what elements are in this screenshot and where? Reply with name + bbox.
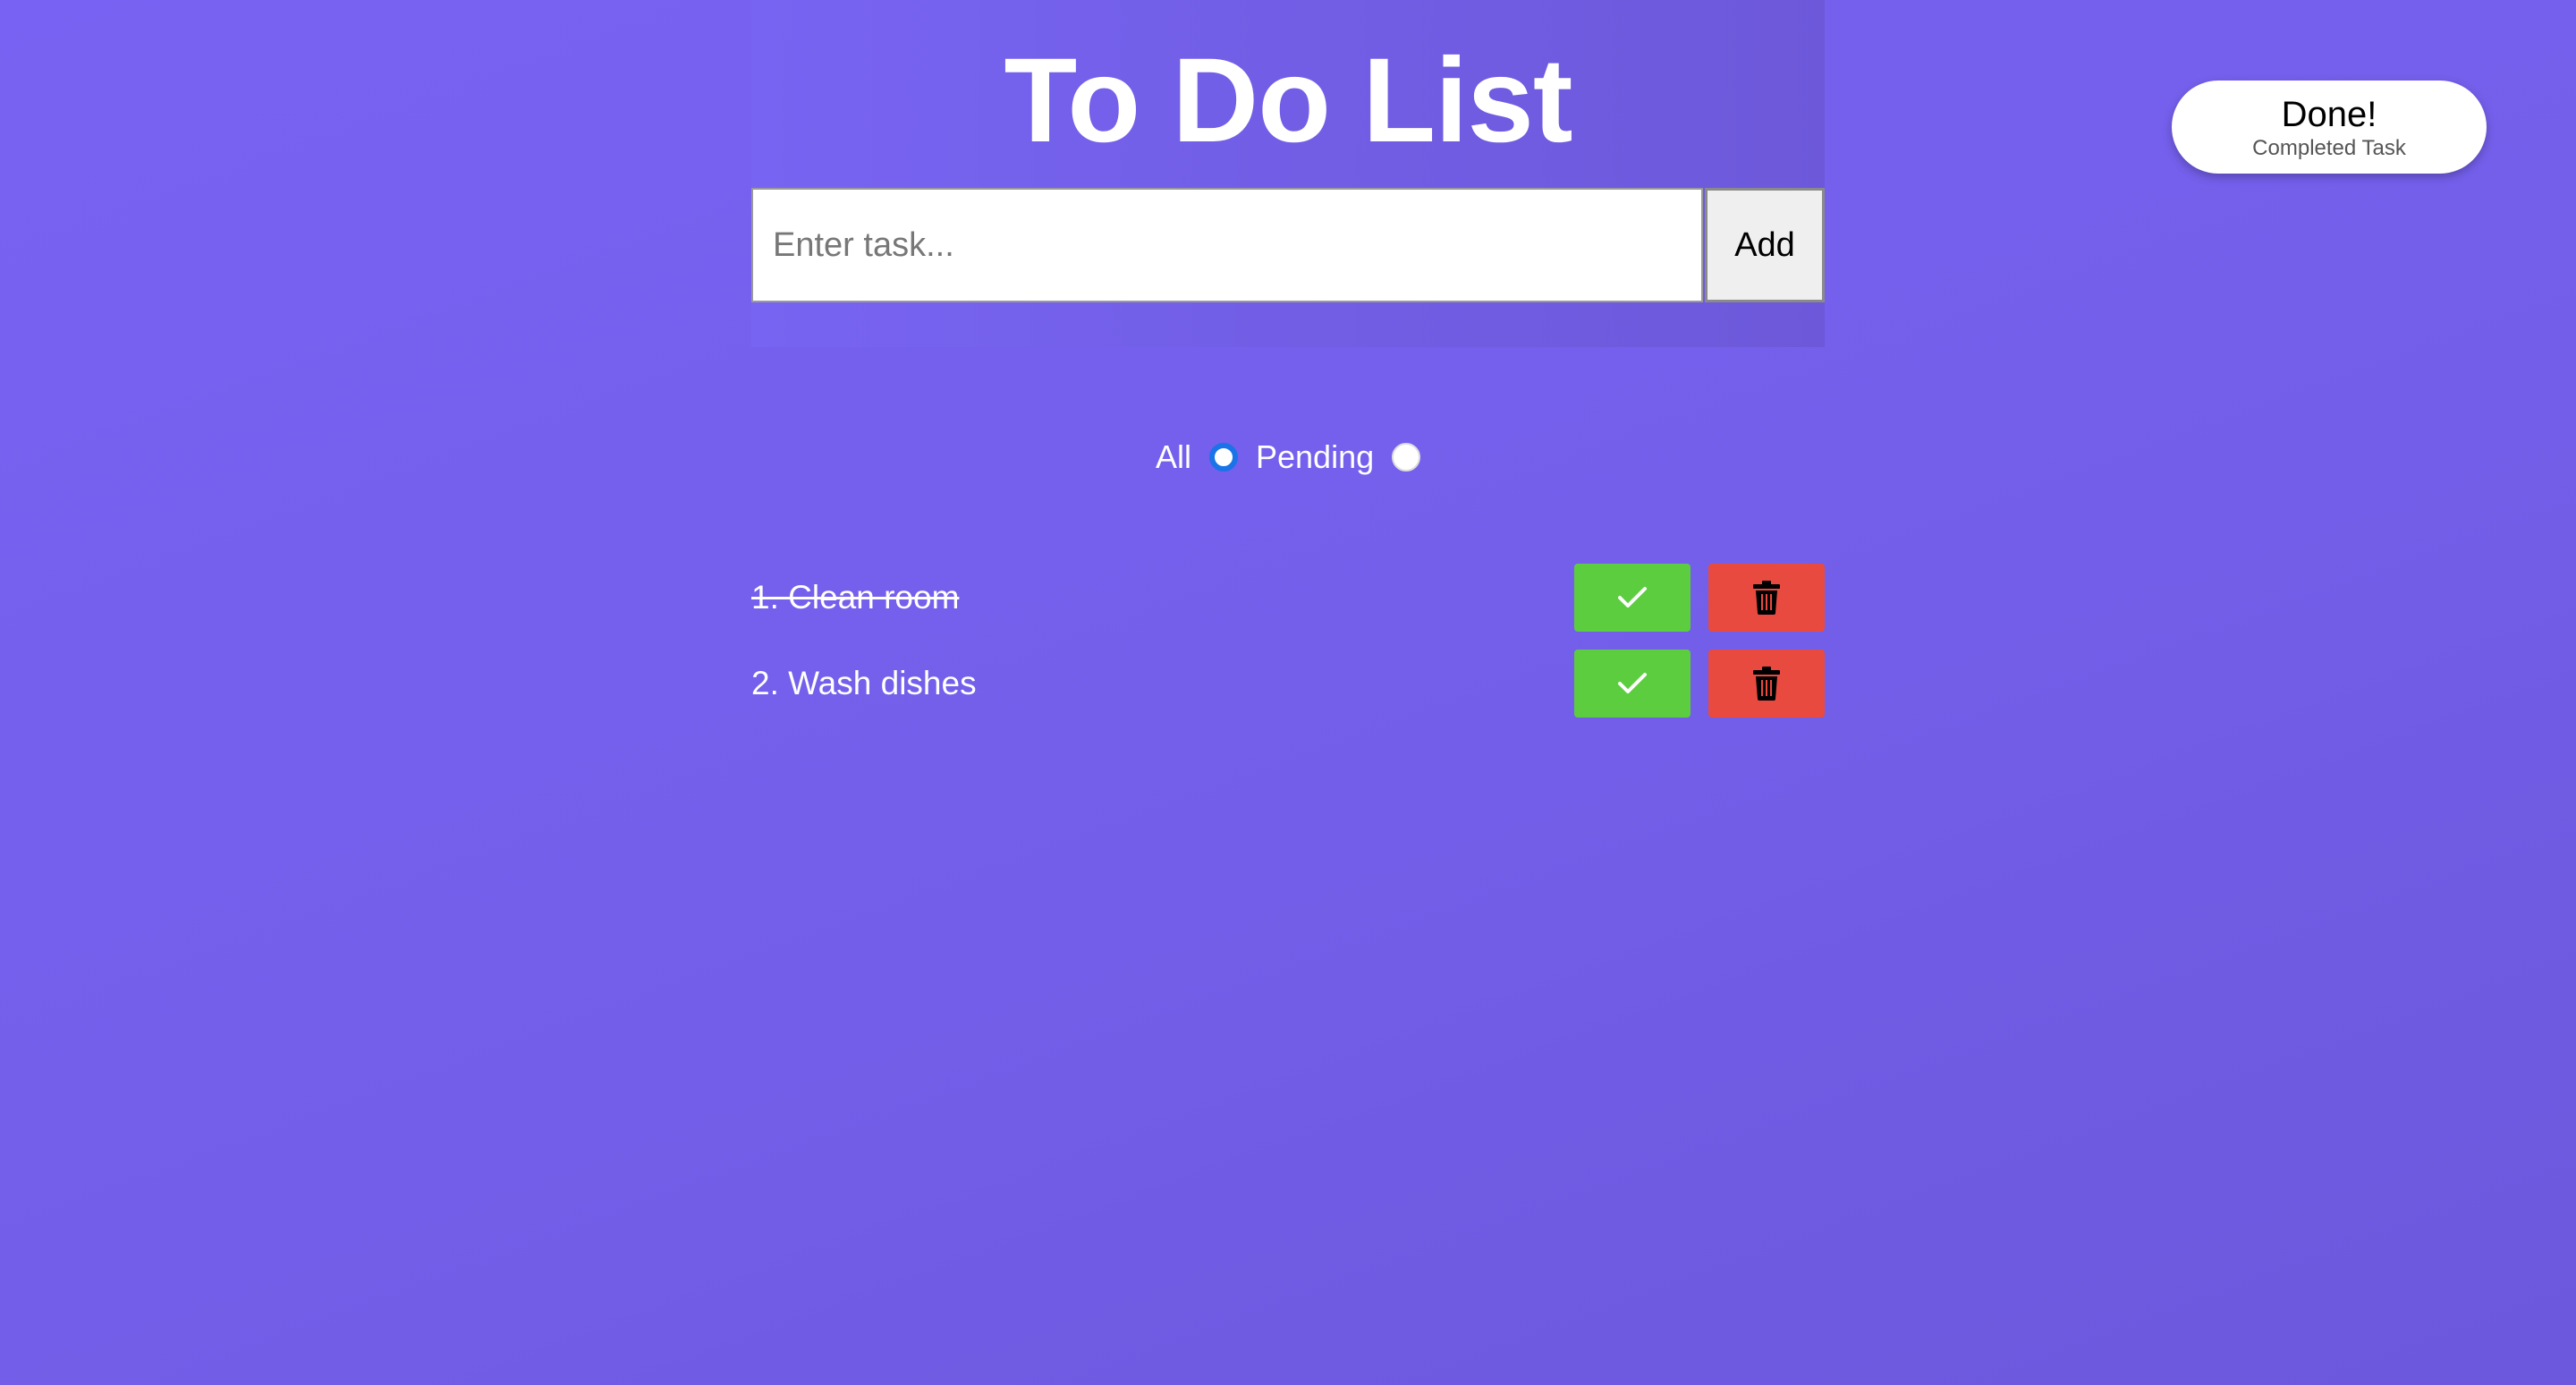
filter-radio-pending[interactable] bbox=[1392, 443, 1420, 472]
trash-icon bbox=[1753, 581, 1780, 615]
done-title: Done! bbox=[2281, 95, 2377, 134]
check-icon bbox=[1618, 673, 1647, 693]
filter-radio-all[interactable] bbox=[1209, 443, 1238, 472]
filter-row: All Pending bbox=[0, 435, 2576, 480]
task-row: 1. Clean room bbox=[751, 564, 1825, 632]
task-text: 2. Wash dishes bbox=[751, 665, 977, 701]
filter-label-pending: Pending bbox=[1256, 438, 1375, 475]
delete-button[interactable] bbox=[1708, 564, 1825, 632]
complete-button[interactable] bbox=[1574, 650, 1690, 718]
filter-label-all: All bbox=[1156, 438, 1192, 475]
task-text: 1. Clean room bbox=[751, 579, 960, 616]
done-subtitle: Completed Task bbox=[2252, 136, 2406, 160]
check-icon bbox=[1618, 587, 1647, 608]
task-row: 2. Wash dishes bbox=[751, 650, 1825, 718]
done-button[interactable]: Done! Completed Task bbox=[2172, 81, 2487, 174]
trash-icon bbox=[1753, 667, 1780, 701]
page-title: To Do List bbox=[1004, 34, 1572, 167]
task-input[interactable] bbox=[751, 188, 1703, 302]
delete-button[interactable] bbox=[1708, 650, 1825, 718]
add-button[interactable]: Add bbox=[1705, 188, 1825, 302]
complete-button[interactable] bbox=[1574, 564, 1690, 632]
